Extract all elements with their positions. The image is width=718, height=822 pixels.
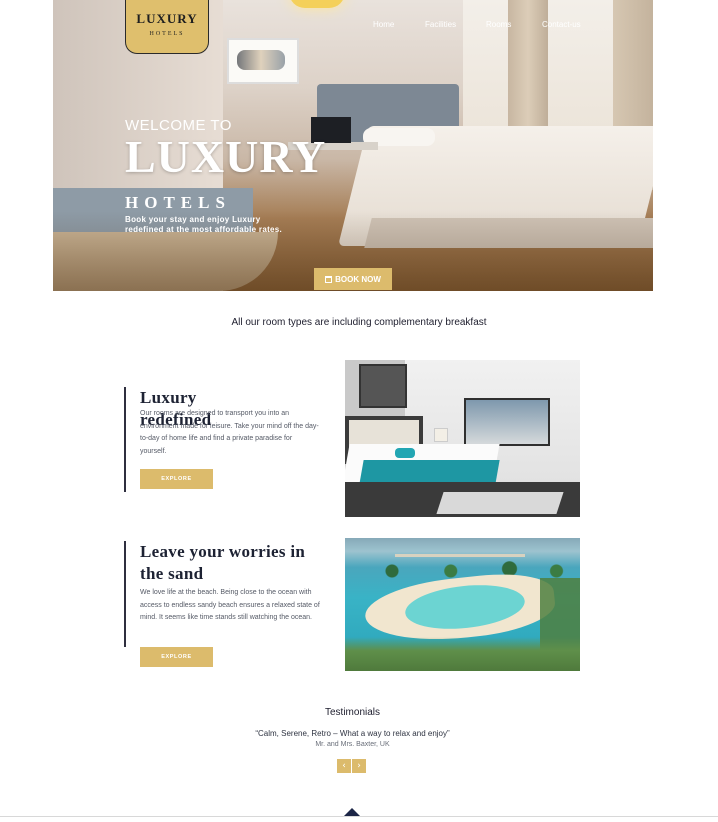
feature-accent-bar — [124, 541, 126, 647]
explore-button[interactable]: EXPLORE — [140, 647, 213, 667]
testimonial-nav: ‹ › — [337, 759, 366, 773]
hero-tagline: Book your stay and enjoy Luxury redefine… — [125, 215, 283, 234]
calendar-icon — [325, 275, 333, 283]
nav-contact-us[interactable]: Contact-us — [542, 20, 581, 29]
room-photo-lamp — [434, 428, 448, 442]
room-photo-rug — [436, 492, 564, 514]
logo-sub-text: HOTELS — [149, 31, 185, 37]
hero-banner: LUXURY HOTELS Home Facilities Rooms Cont… — [53, 0, 653, 291]
book-now-label: BOOK NOW — [335, 274, 381, 284]
beach-photo-palms — [345, 637, 580, 671]
nav-home[interactable]: Home — [373, 20, 394, 29]
room-photo-window — [464, 398, 550, 446]
feature-title: Leave your worries in the sand — [140, 542, 306, 583]
testimonial-quote: “Calm, Serene, Retro – What a way to rel… — [255, 729, 450, 738]
hero-photo-lamp — [289, 0, 345, 8]
room-photo — [345, 360, 580, 517]
nav-facilities[interactable]: Facilities — [425, 20, 456, 29]
testimonial-author: Mr. and Mrs. Baxter, UK — [315, 741, 390, 748]
chevron-left-icon[interactable]: ‹ — [337, 759, 351, 773]
nav-rooms[interactable]: Rooms — [486, 20, 511, 29]
hero-photo-artwork — [227, 38, 299, 84]
book-now-button[interactable]: BOOK NOW — [314, 268, 392, 290]
feature-description: We love life at the beach. Being close t… — [140, 589, 320, 621]
hero-subheadline: HOTELS — [125, 193, 231, 212]
room-photo-frame — [359, 364, 407, 408]
beach-photo-pier — [395, 554, 525, 557]
breakfast-notice: All our room types are including complem… — [231, 317, 487, 328]
testimonials-title: Testimonials — [324, 707, 381, 718]
hero-headline: LUXURY — [125, 131, 327, 182]
footer-divider — [0, 816, 718, 817]
explore-button[interactable]: EXPLORE — [140, 469, 213, 489]
feature-description: Our rooms are designed to transport you … — [140, 410, 319, 455]
room-photo-pillow — [395, 448, 415, 458]
feature-accent-bar — [124, 387, 126, 492]
site-logo[interactable]: LUXURY HOTELS — [125, 0, 209, 54]
beach-photo — [345, 538, 580, 671]
logo-main-text: LUXURY — [136, 11, 198, 26]
chevron-right-icon[interactable]: › — [352, 759, 366, 773]
